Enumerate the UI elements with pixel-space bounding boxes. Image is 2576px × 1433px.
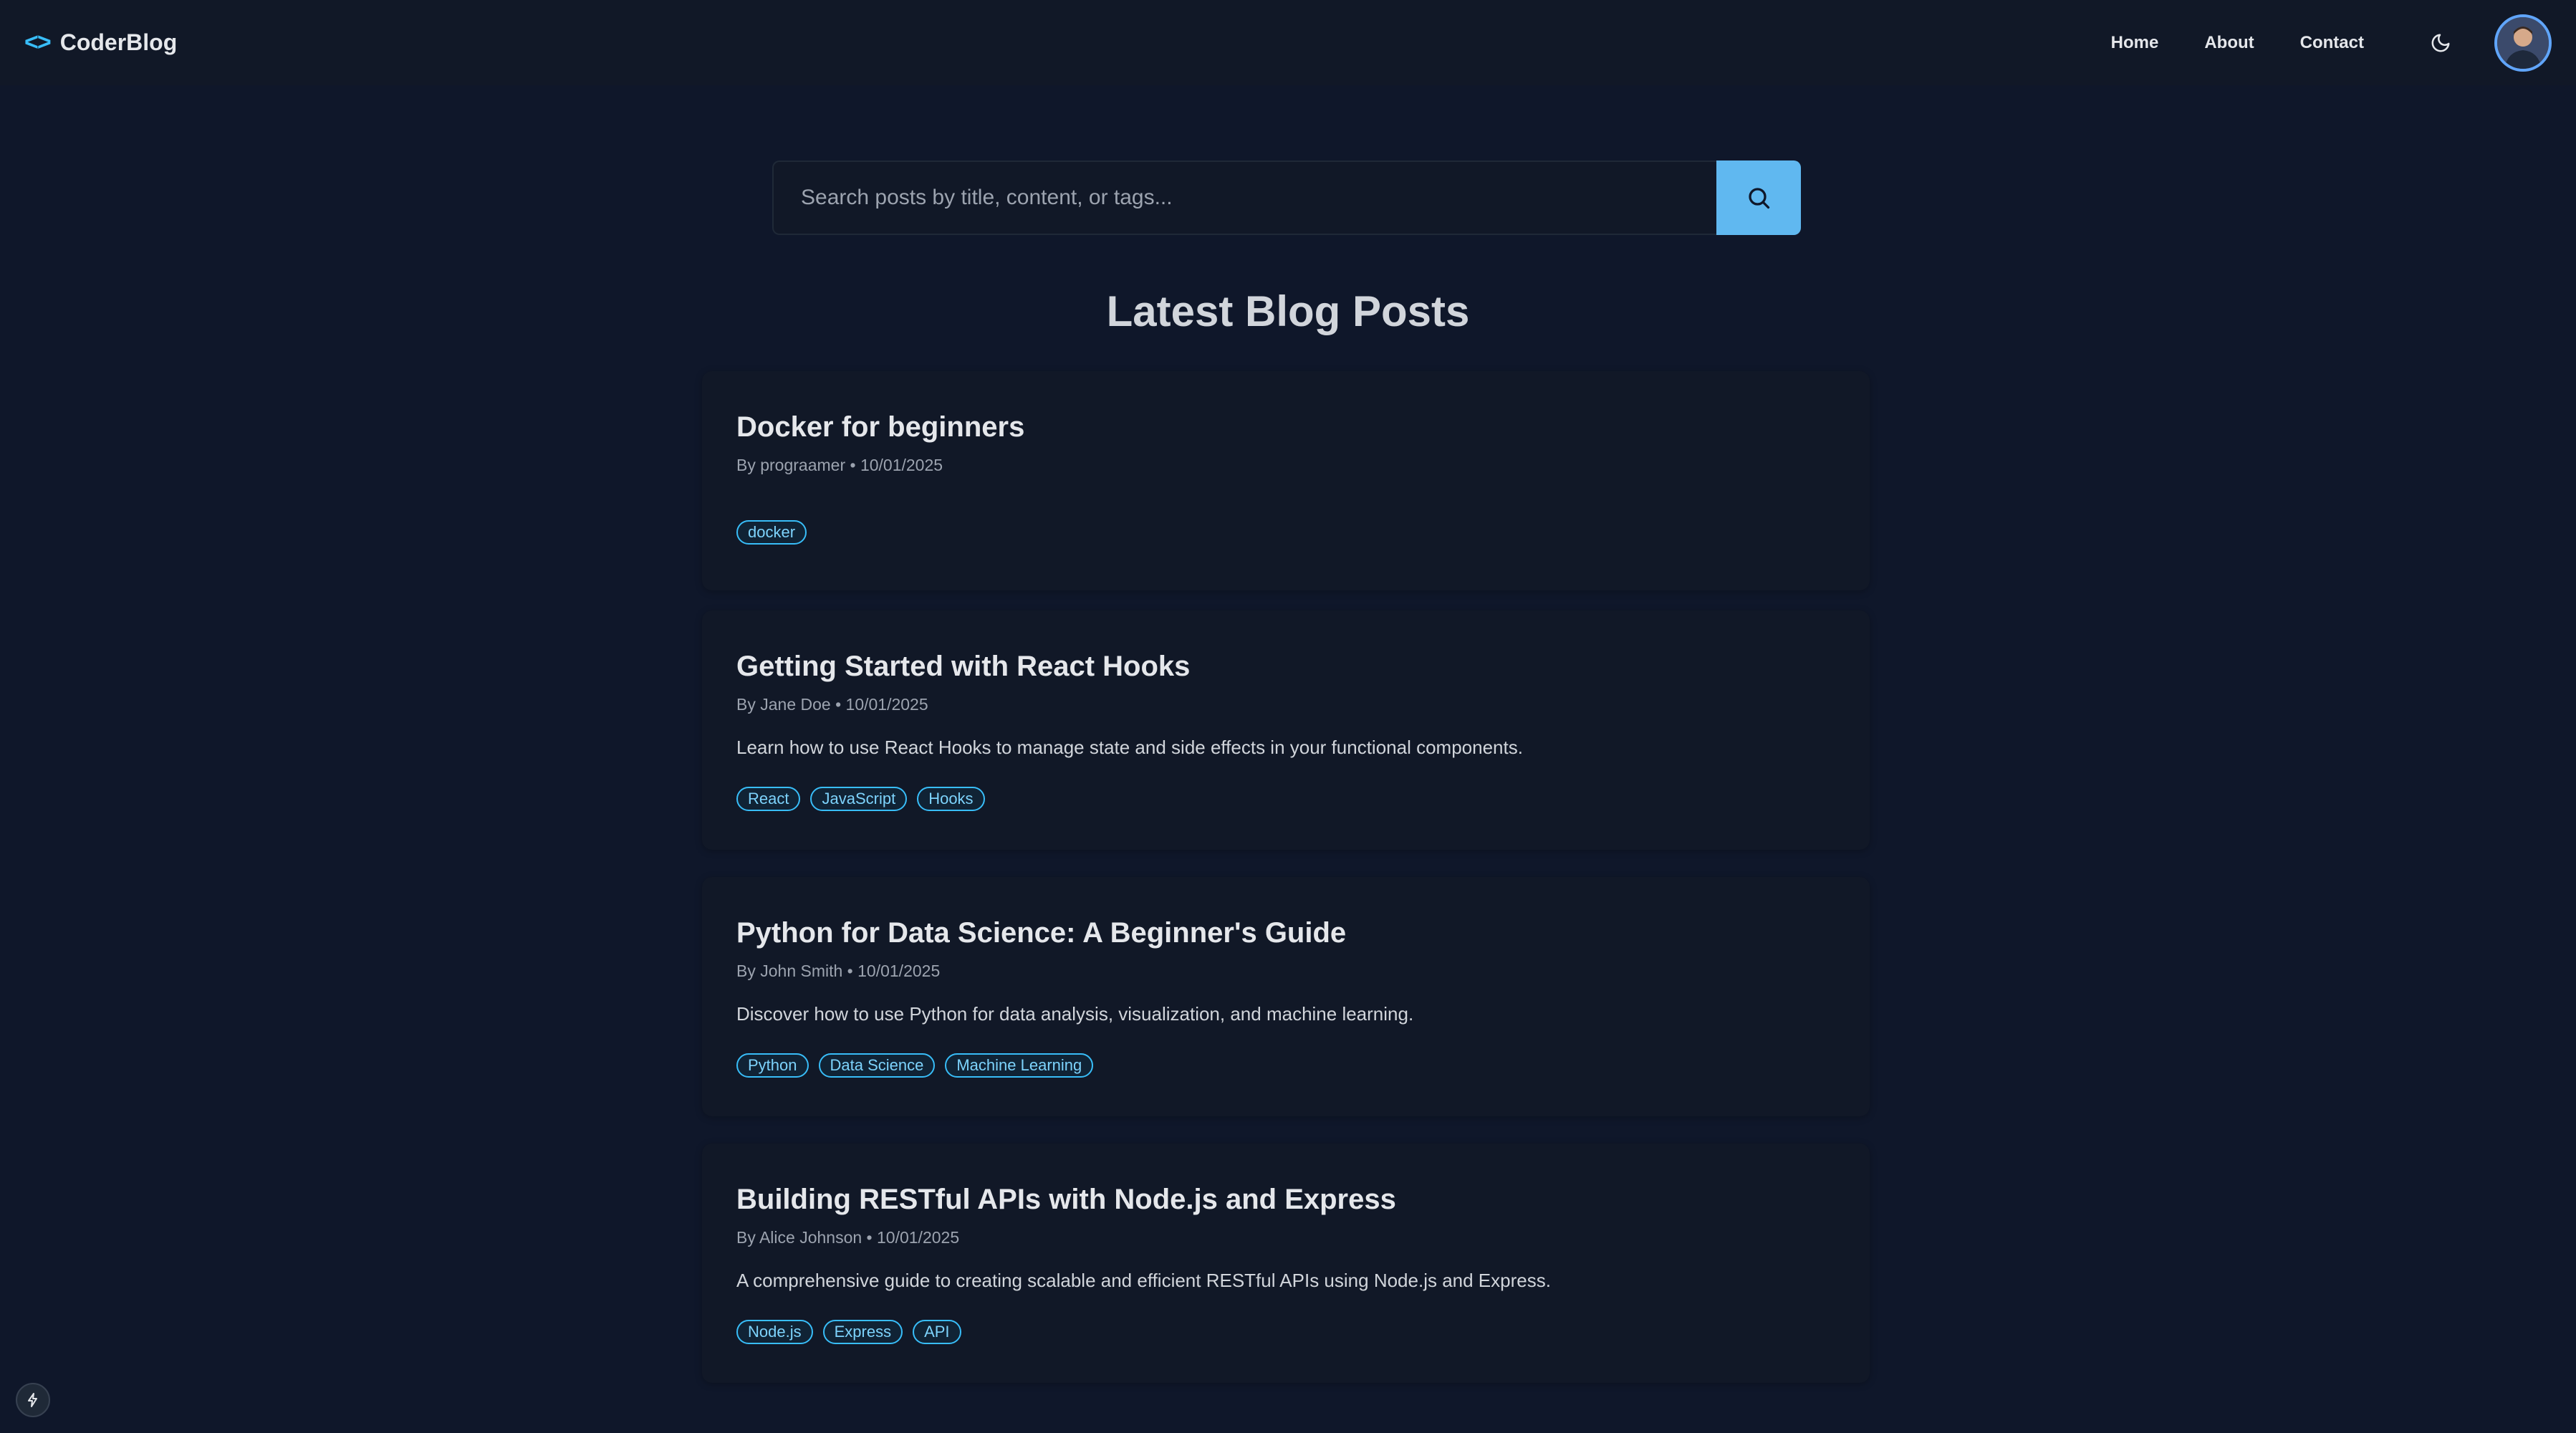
lightning-icon [28,1393,37,1407]
code-icon: <> [24,29,52,56]
user-avatar[interactable] [2494,14,2552,72]
nav-link-contact[interactable]: Contact [2300,33,2364,53]
theme-toggle-button[interactable] [2424,27,2457,59]
post-excerpt: Learn how to use React Hooks to manage s… [736,737,1523,758]
moon-icon [2431,34,2450,52]
page-title: Latest Blog Posts [1106,287,1470,335]
top-navbar: <> CoderBlog Home About Contact [0,0,2576,85]
post-title[interactable]: Getting Started with React Hooks [736,651,1190,683]
post-card[interactable]: Docker for beginners By prograamer • 10/… [702,371,1870,590]
tag[interactable]: Node.js [736,1320,813,1344]
nav-link-about[interactable]: About [2204,33,2254,53]
post-meta: By Alice Johnson • 10/01/2025 [736,1228,960,1247]
tag[interactable]: docker [736,520,807,545]
post-title[interactable]: Docker for beginners [736,411,1024,444]
post-meta: By John Smith • 10/01/2025 [736,962,941,980]
brand-logo[interactable]: <> CoderBlog [24,29,177,57]
post-tags: Python Data Science Machine Learning [736,1053,1094,1078]
tag[interactable]: Machine Learning [945,1053,1094,1078]
tag[interactable]: Python [736,1053,809,1078]
tag[interactable]: Hooks [917,787,985,811]
search-button[interactable] [1716,160,1801,235]
post-title[interactable]: Python for Data Science: A Beginner's Gu… [736,917,1346,949]
post-meta: By prograamer • 10/01/2025 [736,456,943,474]
post-excerpt: Discover how to use Python for data anal… [736,1003,1414,1025]
post-title[interactable]: Building RESTful APIs with Node.js and E… [736,1184,1396,1216]
post-card[interactable]: Python for Data Science: A Beginner's Gu… [702,877,1870,1116]
post-tags: Node.js Express API [736,1320,961,1344]
post-tags: docker [736,520,807,545]
nav-links: Home About Contact [2111,14,2552,72]
tag[interactable]: Express [822,1320,903,1344]
search-input[interactable] [772,160,1716,235]
search-icon [1749,188,1770,209]
tag[interactable]: API [913,1320,961,1344]
post-tags: React JavaScript Hooks [736,787,985,811]
tag[interactable]: React [736,787,801,811]
post-card[interactable]: Building RESTful APIs with Node.js and E… [702,1144,1870,1383]
tag[interactable]: Data Science [818,1053,936,1078]
avatar-image [2497,16,2549,69]
brand-name: CoderBlog [59,29,178,55]
post-excerpt: A comprehensive guide to creating scalab… [736,1270,1551,1291]
post-card[interactable]: Getting Started with React Hooks By Jane… [702,610,1870,850]
nav-link-home[interactable]: Home [2111,33,2159,53]
search-bar [772,160,1801,235]
post-meta: By Jane Doe • 10/01/2025 [736,695,928,714]
tag[interactable]: JavaScript [810,787,908,811]
dev-tools-badge[interactable] [16,1383,50,1417]
